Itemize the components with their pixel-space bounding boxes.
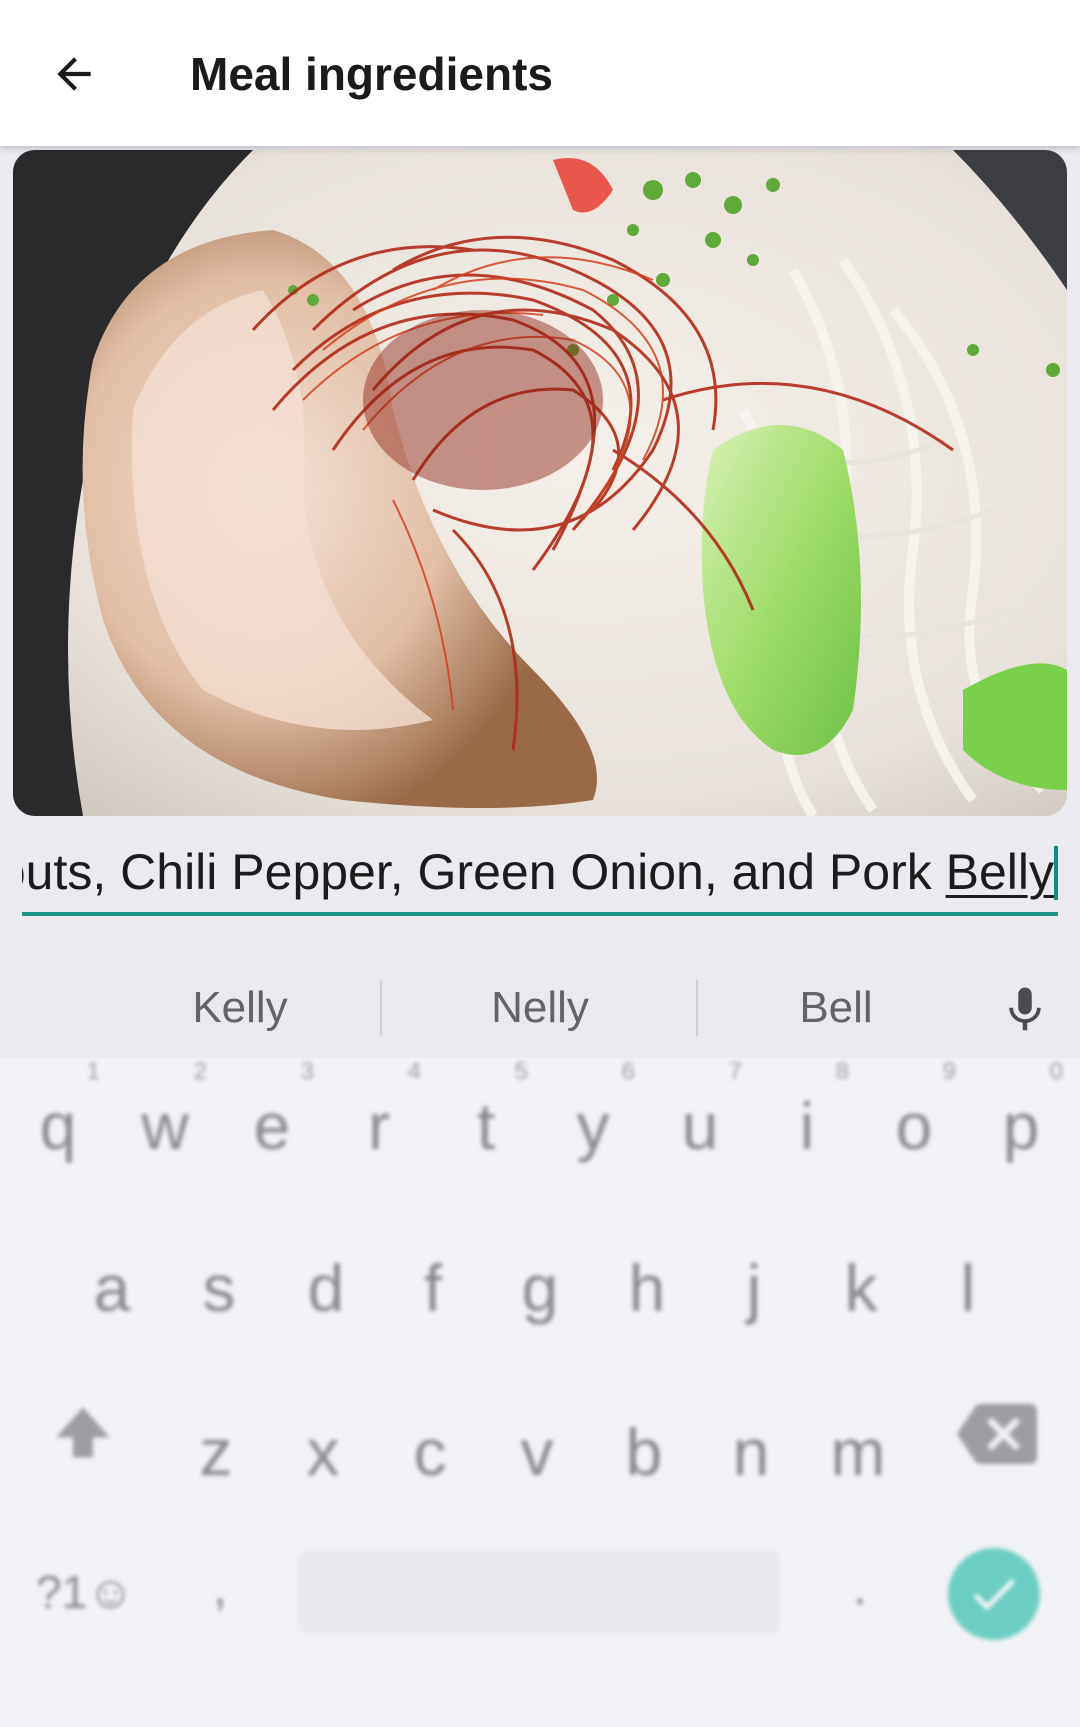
suggestion-divider bbox=[380, 980, 382, 1036]
key-q[interactable]: 1q bbox=[6, 1058, 110, 1188]
key-s[interactable]: s bbox=[167, 1220, 271, 1350]
key-e[interactable]: 3e bbox=[220, 1058, 324, 1188]
key-label: o bbox=[895, 1089, 933, 1163]
key-x[interactable]: x bbox=[271, 1384, 375, 1514]
period-key[interactable]: . bbox=[830, 1558, 890, 1638]
key-label: b bbox=[625, 1415, 663, 1489]
key-label: c bbox=[413, 1415, 447, 1489]
key-label: g bbox=[521, 1251, 559, 1325]
key-label: a bbox=[93, 1251, 131, 1325]
key-label: i bbox=[799, 1089, 815, 1163]
shift-key[interactable] bbox=[38, 1394, 128, 1474]
microphone-icon bbox=[1009, 987, 1041, 1031]
ingredients-input-composing-word: Belly bbox=[945, 844, 1054, 900]
key-label: n bbox=[732, 1415, 770, 1489]
ramen-bowl-image bbox=[13, 150, 1067, 816]
backspace-key[interactable] bbox=[952, 1394, 1042, 1474]
key-o[interactable]: 9o bbox=[862, 1058, 966, 1188]
ingredients-input-underline bbox=[22, 912, 1058, 916]
voice-input-button[interactable] bbox=[998, 982, 1052, 1038]
ingredients-input-committed-text: Bean Sprouts, Chili Pepper, Green Onion,… bbox=[22, 844, 932, 900]
suggestion-strip: Kelly Nelly Bell bbox=[0, 958, 1080, 1058]
key-label: z bbox=[199, 1415, 233, 1489]
key-r[interactable]: 4r bbox=[327, 1058, 431, 1188]
key-label: d bbox=[307, 1251, 345, 1325]
checkmark-icon bbox=[973, 1579, 1015, 1611]
key-f[interactable]: f bbox=[381, 1220, 485, 1350]
key-d[interactable]: d bbox=[274, 1220, 378, 1350]
ingredients-input-viewport: Bean Sprouts, Chili Pepper, Green Onion,… bbox=[22, 836, 1058, 912]
text-caret bbox=[1054, 846, 1058, 900]
key-label: j bbox=[746, 1251, 762, 1325]
key-v[interactable]: v bbox=[485, 1384, 589, 1514]
key-c[interactable]: c bbox=[378, 1384, 482, 1514]
key-label: e bbox=[253, 1089, 291, 1163]
backspace-icon bbox=[957, 1404, 1037, 1464]
key-hint: 4 bbox=[407, 1058, 421, 1085]
symbols-key[interactable]: ?1☺ bbox=[36, 1560, 146, 1624]
key-m[interactable]: m bbox=[806, 1384, 910, 1514]
key-w[interactable]: 2w bbox=[113, 1058, 217, 1188]
key-label: y bbox=[576, 1089, 610, 1163]
key-label: w bbox=[141, 1089, 189, 1163]
screen: Meal ingredients uts, Chili Pepper, Gree… bbox=[0, 0, 1080, 1727]
key-hint: 2 bbox=[193, 1058, 207, 1085]
key-hint: 5 bbox=[514, 1058, 528, 1085]
key-h[interactable]: h bbox=[595, 1220, 699, 1350]
key-label: p bbox=[1002, 1089, 1040, 1163]
comma-key[interactable]: , bbox=[190, 1558, 250, 1638]
key-label: t bbox=[476, 1089, 496, 1163]
key-l[interactable]: l bbox=[916, 1220, 1020, 1350]
suggestion-nelly[interactable]: Nelly bbox=[430, 978, 650, 1038]
key-label: s bbox=[202, 1251, 236, 1325]
key-label: l bbox=[960, 1251, 976, 1325]
key-hint: 6 bbox=[621, 1058, 635, 1085]
key-hint: 1 bbox=[86, 1058, 100, 1085]
back-button[interactable] bbox=[36, 36, 112, 112]
key-p[interactable]: 0p bbox=[969, 1058, 1073, 1188]
key-label: f bbox=[423, 1251, 443, 1325]
app-bar: Meal ingredients bbox=[0, 0, 1080, 146]
key-t[interactable]: 5t bbox=[434, 1058, 538, 1188]
space-bar[interactable] bbox=[298, 1550, 780, 1634]
key-label: k bbox=[844, 1251, 878, 1325]
key-g[interactable]: g bbox=[488, 1220, 592, 1350]
key-y[interactable]: 6y bbox=[541, 1058, 645, 1188]
shift-icon bbox=[56, 1407, 110, 1458]
key-k[interactable]: k bbox=[809, 1220, 913, 1350]
key-hint: 0 bbox=[1049, 1058, 1063, 1085]
arrow-back-icon bbox=[57, 57, 91, 91]
keyboard-keys: 1q 2w 3e 4r 5t 6y 7u 8i 9o 0p a s d f g … bbox=[0, 1058, 1080, 1727]
key-label: u bbox=[681, 1089, 719, 1163]
key-j[interactable]: j bbox=[702, 1220, 806, 1350]
key-u[interactable]: 7u bbox=[648, 1058, 752, 1188]
key-hint: 3 bbox=[300, 1058, 314, 1085]
key-label: q bbox=[39, 1089, 77, 1163]
ingredients-input-value: Bean Sprouts, Chili Pepper, Green Onion,… bbox=[22, 842, 1054, 902]
key-hint: 7 bbox=[728, 1058, 742, 1085]
key-hint: 8 bbox=[835, 1058, 849, 1085]
key-n[interactable]: n bbox=[699, 1384, 803, 1514]
soft-keyboard: Kelly Nelly Bell 1q 2w 3e 4r 5t 6y 7u 8i… bbox=[0, 958, 1080, 1727]
key-label: h bbox=[628, 1251, 666, 1325]
key-label: r bbox=[368, 1089, 390, 1163]
key-a[interactable]: a bbox=[60, 1220, 164, 1350]
suggestion-kelly[interactable]: Kelly bbox=[130, 978, 350, 1038]
page-title: Meal ingredients bbox=[190, 48, 553, 100]
suggestion-divider bbox=[696, 980, 698, 1036]
key-b[interactable]: b bbox=[592, 1384, 696, 1514]
key-hint: 9 bbox=[942, 1058, 956, 1085]
enter-key[interactable] bbox=[948, 1548, 1040, 1640]
key-label: v bbox=[520, 1415, 554, 1489]
suggestion-bell[interactable]: Bell bbox=[726, 978, 946, 1038]
key-label: m bbox=[830, 1415, 886, 1489]
key-i[interactable]: 8i bbox=[755, 1058, 859, 1188]
ingredients-input[interactable]: Bean Sprouts, Chili Pepper, Green Onion,… bbox=[22, 836, 1058, 916]
key-label: x bbox=[306, 1415, 340, 1489]
key-z[interactable]: z bbox=[164, 1384, 268, 1514]
